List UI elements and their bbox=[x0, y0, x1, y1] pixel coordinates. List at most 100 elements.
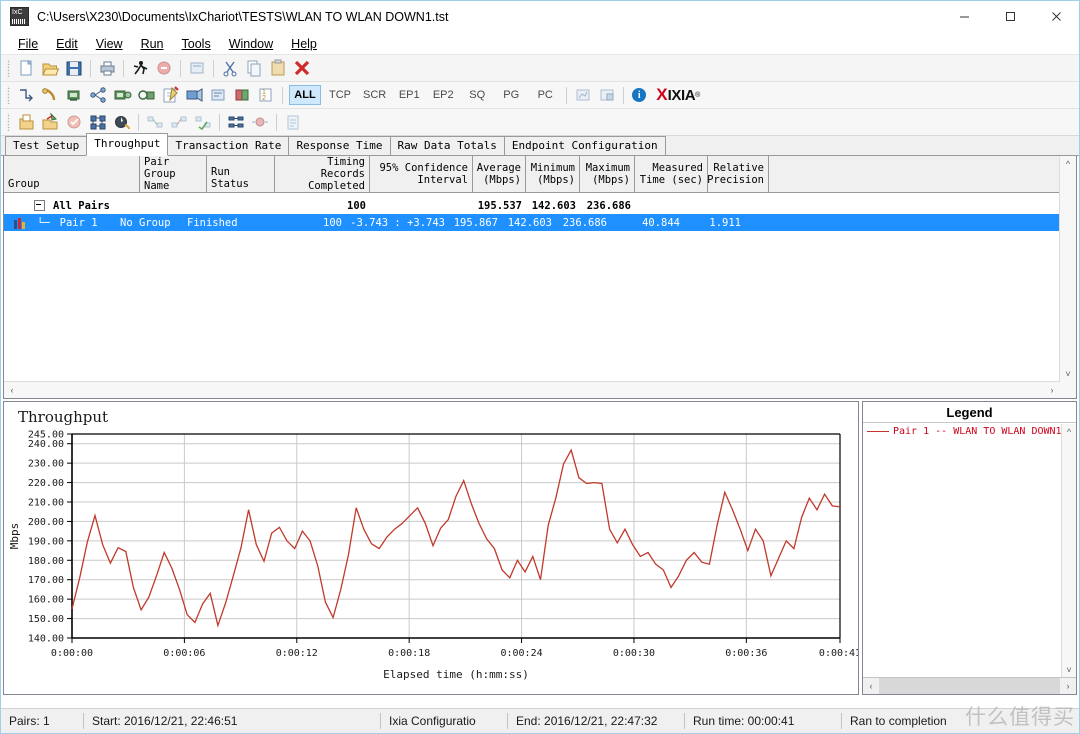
y-tick-label: 140.00 bbox=[28, 634, 64, 645]
run-batch-icon[interactable] bbox=[186, 57, 208, 79]
column-header-pair-group-name[interactable]: Pair Group Name bbox=[140, 156, 207, 192]
toolbar-grip[interactable] bbox=[6, 113, 11, 131]
endpoint-icon[interactable] bbox=[87, 111, 109, 133]
menu-edit[interactable]: Edit bbox=[47, 35, 87, 53]
column-header-average[interactable]: Average (Mbps) bbox=[473, 156, 526, 192]
toolbar-separator bbox=[276, 113, 277, 131]
scroll-left-icon[interactable]: ‹ bbox=[863, 678, 879, 694]
collapse-expander-icon[interactable] bbox=[34, 200, 45, 211]
menu-file[interactable]: File bbox=[9, 35, 47, 53]
legend-entry[interactable]: Pair 1 -- WLAN TO WLAN DOWN1 bbox=[863, 423, 1076, 437]
swap-apply-icon[interactable] bbox=[192, 111, 214, 133]
scroll-right-icon[interactable]: › bbox=[1044, 382, 1060, 398]
info-icon[interactable]: i bbox=[632, 88, 647, 102]
paste-icon[interactable] bbox=[267, 57, 289, 79]
table-vertical-scrollbar[interactable]: ^ ˅ bbox=[1059, 156, 1076, 382]
add-pair-icon[interactable] bbox=[15, 84, 37, 106]
report-icon[interactable] bbox=[282, 111, 304, 133]
scroll-down-icon[interactable]: ˅ bbox=[1062, 662, 1076, 678]
column-header-timing-records[interactable]: Timing Records Completed bbox=[275, 156, 370, 192]
filter-pg-button[interactable]: PG bbox=[496, 86, 526, 104]
tab-throughput[interactable]: Throughput bbox=[86, 133, 169, 156]
toolbar-separator bbox=[213, 59, 214, 77]
toolbar-separator bbox=[138, 113, 139, 131]
copy-pair-icon[interactable] bbox=[183, 84, 205, 106]
toolbar-pairs: 12 ALL TCP SCR EP1 EP2 SQ PG PC i X IXIA… bbox=[1, 82, 1079, 109]
filter-scr-button[interactable]: SCR bbox=[359, 86, 390, 104]
column-header-relative-precision[interactable]: Relative Precision bbox=[707, 156, 769, 192]
validate-icon[interactable] bbox=[63, 111, 85, 133]
add-video-pair-icon[interactable] bbox=[63, 84, 85, 106]
menu-run[interactable]: Run bbox=[132, 35, 173, 53]
apply-script-icon[interactable] bbox=[39, 111, 61, 133]
add-multicast-pair-icon[interactable] bbox=[87, 84, 109, 106]
save-icon[interactable] bbox=[63, 57, 85, 79]
legend-entry-label: Pair 1 -- WLAN TO WLAN DOWN1 bbox=[893, 426, 1062, 437]
swap-alt-icon[interactable] bbox=[168, 111, 190, 133]
new-document-icon[interactable] bbox=[15, 57, 37, 79]
align-icon[interactable] bbox=[225, 111, 247, 133]
chart-view-icon[interactable] bbox=[572, 84, 594, 106]
edit-pair-icon[interactable] bbox=[159, 84, 181, 106]
scroll-left-icon[interactable]: ‹ bbox=[4, 382, 20, 398]
add-voip-pair-icon[interactable] bbox=[39, 84, 61, 106]
copy-icon[interactable] bbox=[243, 57, 265, 79]
table-row[interactable]: All Pairs 100 195.537 142.603 236.686 bbox=[4, 197, 1060, 214]
run-test-icon[interactable] bbox=[129, 57, 151, 79]
close-icon[interactable] bbox=[1033, 1, 1079, 32]
svg-text:2: 2 bbox=[262, 95, 266, 102]
scroll-down-icon[interactable]: ˅ bbox=[1060, 366, 1076, 382]
tab-transaction-rate[interactable]: Transaction Rate bbox=[167, 136, 290, 155]
filter-all-button[interactable]: ALL bbox=[289, 85, 321, 105]
numbered-list-icon[interactable]: 12 bbox=[255, 84, 277, 106]
open-folder-icon[interactable] bbox=[39, 57, 61, 79]
stop-test-icon[interactable] bbox=[153, 57, 175, 79]
menu-view[interactable]: View bbox=[87, 35, 132, 53]
open-script-icon[interactable] bbox=[15, 111, 37, 133]
print-icon[interactable] bbox=[96, 57, 118, 79]
column-header-run-status[interactable]: Run Status bbox=[207, 156, 275, 192]
column-header-confidence-interval[interactable]: 95% Confidence Interval bbox=[370, 156, 473, 192]
menu-window[interactable]: Window bbox=[220, 35, 282, 53]
results-table: Group Pair Group Name Run Status Timing … bbox=[3, 156, 1077, 399]
y-tick-label: 245.00 bbox=[28, 430, 64, 441]
column-header-minimum[interactable]: Minimum (Mbps) bbox=[526, 156, 580, 192]
legend-horizontal-scrollbar[interactable]: ‹ › bbox=[863, 677, 1076, 694]
menu-help[interactable]: Help bbox=[282, 35, 326, 53]
filter-pc-button[interactable]: PC bbox=[530, 86, 560, 104]
maximize-icon[interactable] bbox=[987, 1, 1033, 32]
column-header-measured-time[interactable]: Measured Time (sec) bbox=[635, 156, 708, 192]
tab-raw-data-totals[interactable]: Raw Data Totals bbox=[389, 136, 505, 155]
group-icon[interactable] bbox=[249, 111, 271, 133]
tab-test-setup[interactable]: Test Setup bbox=[5, 136, 88, 155]
pair-props-icon[interactable] bbox=[207, 84, 229, 106]
export-icon[interactable] bbox=[596, 84, 618, 106]
table-row[interactable]: └─ Pair 1 No Group Finished 100 -3.743 :… bbox=[4, 214, 1060, 231]
scroll-up-icon[interactable]: ^ bbox=[1060, 156, 1076, 172]
column-header-maximum[interactable]: Maximum (Mbps) bbox=[580, 156, 635, 192]
scroll-up-icon[interactable]: ^ bbox=[1062, 424, 1076, 440]
swap-icon[interactable] bbox=[144, 111, 166, 133]
delete-icon[interactable] bbox=[291, 57, 313, 79]
add-vpair-icon[interactable] bbox=[135, 84, 157, 106]
add-hardware-pair-icon[interactable] bbox=[111, 84, 133, 106]
filter-ep1-button[interactable]: EP1 bbox=[394, 86, 424, 104]
scroll-right-icon[interactable]: › bbox=[1060, 678, 1076, 694]
toolbar-grip[interactable] bbox=[6, 59, 11, 77]
tab-response-time[interactable]: Response Time bbox=[288, 136, 391, 155]
filter-sq-button[interactable]: SQ bbox=[462, 86, 492, 104]
filter-ep2-button[interactable]: EP2 bbox=[428, 86, 458, 104]
cut-icon[interactable] bbox=[219, 57, 241, 79]
y-tick-label: 220.00 bbox=[28, 478, 64, 489]
legend-vertical-scrollbar[interactable]: ^ ˅ bbox=[1061, 424, 1076, 678]
colored-pair-icon[interactable] bbox=[231, 84, 253, 106]
toolbar-grip[interactable] bbox=[6, 86, 11, 104]
timing-records-cell: 100 bbox=[323, 216, 342, 229]
menu-tools[interactable]: Tools bbox=[173, 35, 220, 53]
table-horizontal-scrollbar[interactable]: ‹ › bbox=[4, 381, 1060, 398]
column-header-group[interactable]: Group bbox=[4, 156, 140, 192]
tab-endpoint-configuration[interactable]: Endpoint Configuration bbox=[503, 136, 666, 155]
filter-tcp-button[interactable]: TCP bbox=[325, 86, 355, 104]
script-wizard-icon[interactable] bbox=[111, 111, 133, 133]
minimize-icon[interactable] bbox=[941, 1, 987, 32]
